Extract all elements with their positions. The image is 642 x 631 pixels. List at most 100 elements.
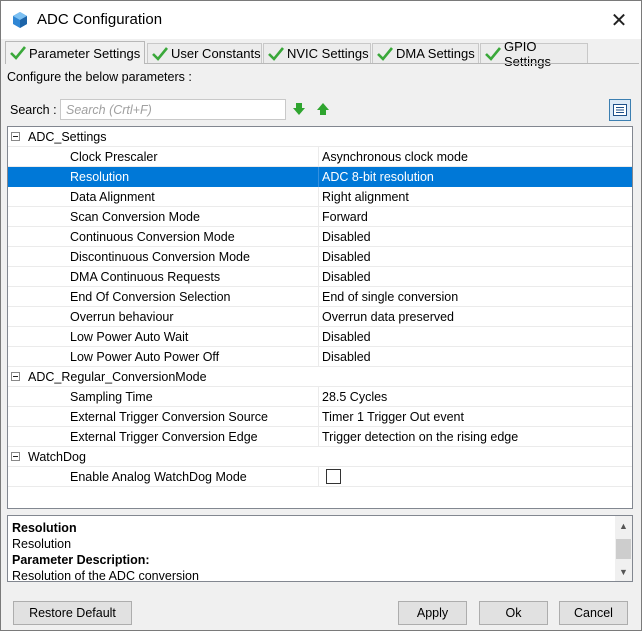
param-row-resolution[interactable]: Resolution ADC 8-bit resolution [8, 167, 632, 187]
group-row-adc-settings[interactable]: ADC_Settings [8, 127, 632, 147]
tab-user-constants[interactable]: User Constants [147, 43, 262, 63]
group-row-watchdog[interactable]: WatchDog [8, 447, 632, 467]
param-value[interactable]: Disabled [322, 270, 371, 284]
adc-configuration-dialog: ADC Configuration ✕ Parameter Settings U… [0, 0, 642, 631]
param-row-external-trigger-conversion-edge[interactable]: External Trigger Conversion Edge Trigger… [8, 427, 632, 447]
tab-label: User Constants [171, 46, 261, 61]
column-separator [318, 387, 319, 407]
check-icon [268, 46, 284, 61]
restore-default-button[interactable]: Restore Default [13, 601, 132, 625]
description-text: Resolution of the ADC conversion [12, 569, 199, 583]
description-heading: Parameter Description: [12, 553, 150, 567]
param-row-enable-analog-watchdog-mode[interactable]: Enable Analog WatchDog Mode [8, 467, 632, 487]
param-value[interactable]: Overrun data preserved [322, 310, 454, 324]
param-row-continuous-conversion-mode[interactable]: Continuous Conversion Mode Disabled [8, 227, 632, 247]
window-title: ADC Configuration [37, 11, 163, 28]
param-name: Continuous Conversion Mode [70, 230, 235, 244]
param-value[interactable]: Asynchronous clock mode [322, 150, 468, 164]
apply-button[interactable]: Apply [398, 601, 467, 625]
tab-label: GPIO Settings [503, 38, 551, 69]
param-name: Scan Conversion Mode [70, 210, 200, 224]
group-row-adc-regular-conversionmode[interactable]: ADC_Regular_ConversionMode [8, 367, 632, 387]
scroll-thumb[interactable] [616, 539, 631, 559]
tab-label: Parameter Settings [29, 45, 141, 61]
param-value[interactable]: Disabled [322, 330, 371, 344]
column-separator [318, 227, 319, 247]
parameter-tree: ADC_Settings Clock Prescaler Asynchronou… [7, 126, 633, 509]
close-button[interactable]: ✕ [597, 1, 641, 39]
title-bar: ADC Configuration ✕ [1, 1, 641, 39]
column-separator [318, 247, 319, 267]
param-row-end-of-conversion-selection[interactable]: End Of Conversion Selection End of singl… [8, 287, 632, 307]
list-view-button[interactable] [609, 99, 631, 121]
check-icon [152, 46, 168, 61]
column-separator [318, 307, 319, 327]
tab-nvic-settings[interactable]: NVIC Settings [263, 43, 371, 63]
param-name: Enable Analog WatchDog Mode [70, 470, 247, 484]
tab-gpio-settings[interactable]: GPIO Settings [480, 39, 588, 69]
param-row-sampling-time[interactable]: Sampling Time 28.5 Cycles [8, 387, 632, 407]
param-name: Low Power Auto Power Off [70, 350, 220, 364]
group-name: ADC_Settings [28, 130, 107, 144]
param-row-scan-conversion-mode[interactable]: Scan Conversion Mode Forward [8, 207, 632, 227]
cancel-button[interactable]: Cancel [559, 601, 628, 625]
collapse-icon[interactable] [11, 452, 20, 461]
param-name: Sampling Time [70, 390, 153, 404]
param-value[interactable]: Disabled [322, 350, 371, 364]
tab-parameter-settings[interactable]: Parameter Settings [5, 41, 145, 64]
param-name: External Trigger Conversion Source [70, 410, 269, 424]
group-name: WatchDog [28, 450, 86, 464]
search-input[interactable] [60, 99, 286, 120]
param-name: Overrun behaviour [70, 310, 174, 324]
param-row-overrun-behaviour[interactable]: Overrun behaviour Overrun data preserved [8, 307, 632, 327]
scroll-down-icon[interactable]: ▼ [615, 563, 632, 580]
param-name: External Trigger Conversion Edge [70, 430, 258, 444]
param-row-low-power-auto-power-off[interactable]: Low Power Auto Power Off Disabled [8, 347, 632, 367]
check-icon [485, 46, 501, 61]
param-row-clock-prescaler[interactable]: Clock Prescaler Asynchronous clock mode [8, 147, 632, 167]
param-value[interactable]: Disabled [322, 250, 371, 264]
param-name: End Of Conversion Selection [70, 290, 231, 304]
group-name: ADC_Regular_ConversionMode [28, 370, 207, 384]
param-name: Data Alignment [70, 190, 155, 204]
param-value[interactable]: Trigger detection on the rising edge [322, 430, 518, 444]
description-scrollbar[interactable]: ▲ ▼ [615, 516, 632, 581]
param-value[interactable]: Forward [322, 210, 368, 224]
param-value[interactable]: ADC 8-bit resolution [322, 170, 434, 184]
search-label: Search : [10, 103, 57, 117]
param-value[interactable]: End of single conversion [322, 290, 458, 304]
column-separator [318, 407, 319, 427]
column-separator [318, 467, 319, 487]
param-row-low-power-auto-wait[interactable]: Low Power Auto Wait Disabled [8, 327, 632, 347]
check-icon [377, 46, 393, 61]
collapse-icon[interactable] [11, 372, 20, 381]
param-name: Resolution [70, 170, 130, 184]
ok-button[interactable]: Ok [479, 601, 548, 625]
column-separator [318, 167, 319, 187]
configure-label: Configure the below parameters : [7, 70, 192, 84]
param-row-external-trigger-conversion-source[interactable]: External Trigger Conversion Source Timer… [8, 407, 632, 427]
scroll-up-icon[interactable]: ▲ [615, 517, 632, 534]
param-row-data-alignment[interactable]: Data Alignment Right alignment [8, 187, 632, 207]
param-value[interactable]: Disabled [322, 230, 371, 244]
list-view-icon [613, 104, 627, 116]
column-separator [318, 347, 319, 367]
column-separator [318, 427, 319, 447]
tab-dma-settings[interactable]: DMA Settings [372, 43, 479, 63]
param-value[interactable]: Right alignment [322, 190, 409, 204]
description-title: Resolution [12, 521, 77, 535]
column-separator [318, 207, 319, 227]
tab-strip: Parameter Settings User Constants NVIC S… [5, 39, 639, 69]
param-value[interactable]: Timer 1 Trigger Out event [322, 410, 464, 424]
param-name: Discontinuous Conversion Mode [70, 250, 250, 264]
param-row-discontinuous-conversion-mode[interactable]: Discontinuous Conversion Mode Disabled [8, 247, 632, 267]
close-icon: ✕ [610, 9, 628, 32]
tab-label: DMA Settings [396, 46, 475, 61]
watchdog-checkbox[interactable] [326, 469, 341, 484]
column-separator [318, 187, 319, 207]
collapse-icon[interactable] [11, 132, 20, 141]
param-value[interactable]: 28.5 Cycles [322, 390, 387, 404]
arrow-down-icon[interactable] [292, 102, 306, 116]
arrow-up-icon[interactable] [316, 102, 330, 116]
param-row-dma-continuous-requests[interactable]: DMA Continuous Requests Disabled [8, 267, 632, 287]
